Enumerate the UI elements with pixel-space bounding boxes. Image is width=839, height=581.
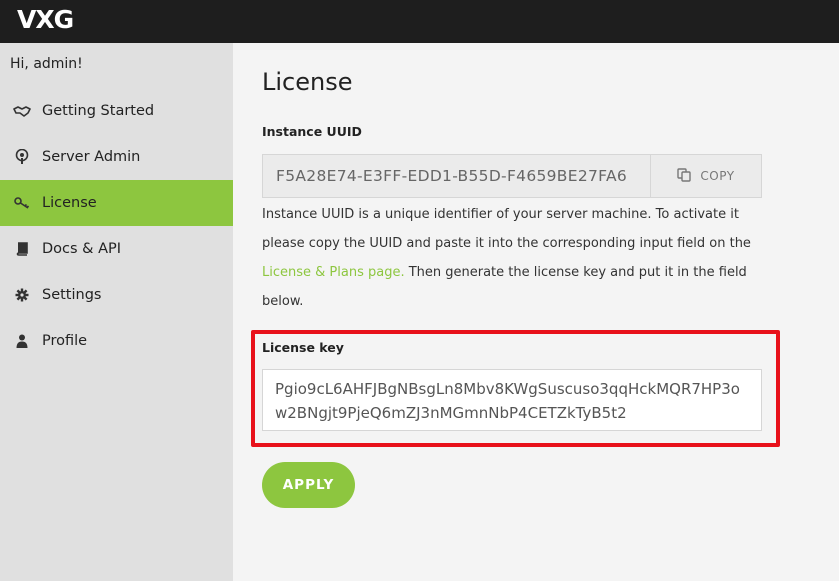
book-icon [13,242,31,256]
license-plans-link[interactable]: License & Plans page. [262,265,405,280]
copy-button[interactable]: COPY [650,155,761,197]
sidebar-item-license[interactable]: License [0,180,233,226]
sidebar-item-label: License [42,195,97,211]
user-icon [13,334,31,348]
gear-icon [13,288,31,302]
copy-icon [677,167,692,186]
top-bar: VXG [0,0,839,43]
license-key-input[interactable]: Pgio9cL6AHFJBgNBsgLn8Mbv8KWgSuscuso3qqHc… [262,369,762,431]
sidebar-item-label: Getting Started [42,103,155,119]
license-key-label: License key [262,340,344,355]
handshake-icon [13,105,31,117]
greeting-text: Hi, admin! [10,56,83,72]
main-content: License Instance UUID F5A28E74-E3FF-EDD1… [233,43,839,581]
sidebar-item-label: Server Admin [42,149,141,165]
apply-button[interactable]: APPLY [262,462,355,508]
sidebar-item-label: Settings [42,287,102,303]
uuid-label: Instance UUID [262,124,362,139]
sidebar-item-docs-api[interactable]: Docs & API [0,226,233,272]
sidebar-item-getting-started[interactable]: Getting Started [0,88,233,134]
sidebar-item-label: Docs & API [42,241,122,257]
key-icon [13,196,31,210]
copy-label: COPY [700,169,735,183]
sidebar-item-profile[interactable]: Profile [0,318,233,364]
uuid-value[interactable]: F5A28E74-E3FF-EDD1-B55D-F4659BE27FA6 [263,155,650,197]
sidebar-item-settings[interactable]: Settings [0,272,233,318]
uuid-field: F5A28E74-E3FF-EDD1-B55D-F4659BE27FA6 COP… [262,154,762,198]
page-title: License [262,68,353,96]
uuid-description: Instance UUID is a unique identifier of … [262,200,777,316]
podcast-icon [13,149,31,165]
description-text: Instance UUID is a unique identifier of … [262,207,751,251]
vxg-logo[interactable]: VXG [17,5,74,34]
sidebar-item-server-admin[interactable]: Server Admin [0,134,233,180]
sidebar-item-label: Profile [42,333,88,349]
sidebar: Hi, admin! Getting Started Server Admin … [0,43,233,581]
